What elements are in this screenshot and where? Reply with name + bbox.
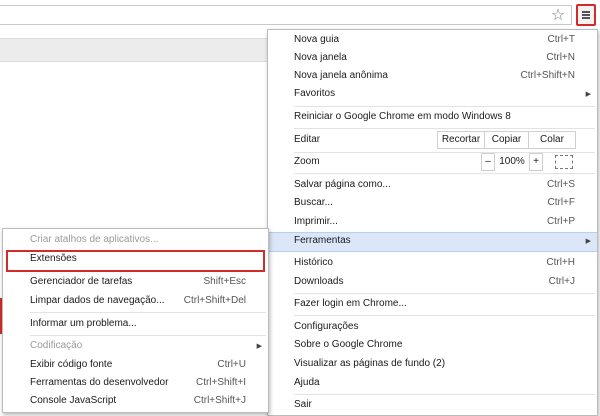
menu-item-login[interactable]: Fazer login em Chrome... <box>268 295 597 313</box>
menu-item-label: Salvar página como... <box>294 179 391 190</box>
menu-item-label: Codificação <box>30 340 83 351</box>
menu-item-label: Downloads <box>294 276 344 287</box>
menu-item-ferramentas[interactable]: Ferramentas ▶ <box>268 232 597 252</box>
zoom-level: 100% <box>499 156 525 167</box>
submenu-arrow-icon: ▶ <box>585 90 591 98</box>
menu-item-label: Favoritos <box>294 88 336 99</box>
submenu-item-console-javascript[interactable]: Console JavaScript Ctrl+Shift+J <box>3 392 268 410</box>
menu-item-imprimir[interactable]: Imprimir... Ctrl+P <box>268 213 597 231</box>
copiar-button[interactable]: Copiar <box>484 131 529 149</box>
menu-item-label: Zoom <box>294 156 320 167</box>
menu-item-nova-janela-anonima[interactable]: Nova janela anônima Ctrl+Shift+N <box>268 67 597 85</box>
menu-item-label: Sair <box>294 399 312 410</box>
menu-item-label: Reiniciar o Google Chrome em modo Window… <box>294 111 511 122</box>
shortcut-text: Ctrl+F <box>547 197 576 208</box>
menu-item-reiniciar-windows8[interactable]: Reiniciar o Google Chrome em modo Window… <box>268 108 597 126</box>
menu-item-favoritos[interactable]: Favoritos ▶ <box>268 85 597 103</box>
menu-separator <box>294 315 595 316</box>
menu-item-label: Criar atalhos de aplicativos... <box>30 234 159 245</box>
menu-item-label: Informar um problema... <box>30 318 137 329</box>
menu-item-label: Fazer login em Chrome... <box>294 298 407 309</box>
menu-item-label: Configurações <box>294 321 359 332</box>
menu-separator <box>294 128 595 129</box>
submenu-item-codigo-fonte[interactable]: Exibir código fonte Ctrl+U <box>3 356 268 374</box>
menu-item-label: Exibir código fonte <box>30 359 113 370</box>
menu-item-salvar[interactable]: Salvar página como... Ctrl+S <box>268 176 597 194</box>
menu-item-ajuda[interactable]: Ajuda <box>268 374 597 392</box>
shortcut-text: Ctrl+J <box>548 276 575 287</box>
shortcut-text: Shift+Esc <box>203 276 246 287</box>
submenu-arrow-icon: ▶ <box>585 237 591 245</box>
shortcut-text: Ctrl+Shift+Del <box>183 295 246 306</box>
menu-separator <box>294 394 595 395</box>
menu-item-sair[interactable]: Sair <box>268 396 597 414</box>
menu-separator <box>30 312 266 313</box>
menu-item-label: Sobre o Google Chrome <box>294 339 403 350</box>
menu-item-nova-janela[interactable]: Nova janela Ctrl+N <box>268 49 597 67</box>
chrome-main-menu: Nova guia Ctrl+T Nova janela Ctrl+N Nova… <box>267 29 598 416</box>
fullscreen-icon[interactable] <box>555 155 573 169</box>
menu-item-nova-guia[interactable]: Nova guia Ctrl+T <box>268 31 597 49</box>
menu-item-label: Nova guia <box>294 34 340 45</box>
submenu-item-informar-problema[interactable]: Informar um problema... <box>3 315 268 333</box>
menu-item-label: Ferramentas <box>294 235 351 246</box>
menu-item-label: Console JavaScript <box>30 395 117 406</box>
shortcut-text: Ctrl+U <box>217 359 246 370</box>
shortcut-text: Ctrl+N <box>546 52 575 63</box>
menu-item-label: Limpar dados de navegação... <box>30 295 165 306</box>
submenu-item-limpar-dados[interactable]: Limpar dados de navegação... Ctrl+Shift+… <box>3 292 268 310</box>
menu-item-label: Gerenciador de tarefas <box>30 276 133 287</box>
menu-icon <box>582 11 590 13</box>
menu-item-label: Ajuda <box>294 377 320 388</box>
chrome-menu-button[interactable] <box>576 4 596 26</box>
menu-item-label: Histórico <box>294 257 333 268</box>
menu-separator <box>294 106 595 107</box>
menu-item-zoom: Zoom <box>268 153 597 171</box>
submenu-item-criar-atalhos: Criar atalhos de aplicativos... <box>3 231 268 249</box>
page-content-bar <box>0 38 268 62</box>
shortcut-text: Ctrl+P <box>546 216 575 227</box>
menu-item-sobre[interactable]: Sobre o Google Chrome <box>268 336 597 354</box>
shortcut-text: Ctrl+Shift+N <box>520 70 575 81</box>
shortcut-text: Ctrl+T <box>547 34 576 45</box>
menu-item-label: Visualizar as páginas de fundo (2) <box>294 358 446 369</box>
menu-item-label: Ferramentas do desenvolvedor <box>30 377 169 388</box>
ferramentas-submenu: Criar atalhos de aplicativos... Extensõe… <box>2 228 269 413</box>
shortcut-text: Ctrl+Shift+J <box>193 395 246 406</box>
menu-item-historico[interactable]: Histórico Ctrl+H <box>268 254 597 272</box>
menu-item-label: Nova janela anônima <box>294 70 388 81</box>
recortar-button[interactable]: Recortar <box>437 131 485 149</box>
menu-item-label: Imprimir... <box>294 216 338 227</box>
menu-separator <box>294 173 595 174</box>
menu-item-downloads[interactable]: Downloads Ctrl+J <box>268 273 597 291</box>
submenu-item-codificacao: Codificação ▶ <box>3 337 268 355</box>
menu-item-paginas-fundo[interactable]: Visualizar as páginas de fundo (2) <box>268 355 597 373</box>
shortcut-text: Ctrl+S <box>546 179 575 190</box>
bookmark-star-icon[interactable]: ☆ <box>549 6 567 24</box>
menu-separator <box>30 335 266 336</box>
menu-item-label: Extensões <box>30 253 77 264</box>
menu-item-label: Editar <box>294 134 321 145</box>
menu-item-configuracoes[interactable]: Configurações <box>268 318 597 336</box>
submenu-item-gerenciador-tarefas[interactable]: Gerenciador de tarefas Shift+Esc <box>3 273 268 291</box>
menu-item-label: Nova janela <box>294 52 347 63</box>
submenu-arrow-icon: ▶ <box>256 342 262 350</box>
address-bar[interactable] <box>0 5 572 25</box>
zoom-in-button[interactable]: + <box>529 153 543 171</box>
shortcut-text: Ctrl+H <box>546 257 575 268</box>
menu-separator <box>294 293 595 294</box>
submenu-item-ferramentas-desenvolvedor[interactable]: Ferramentas do desenvolvedor Ctrl+Shift+… <box>3 374 268 392</box>
colar-button[interactable]: Colar <box>528 131 576 149</box>
shortcut-text: Ctrl+Shift+I <box>195 377 246 388</box>
menu-item-buscar[interactable]: Buscar... Ctrl+F <box>268 194 597 212</box>
menu-item-label: Buscar... <box>294 197 333 208</box>
zoom-out-button[interactable]: – <box>481 153 495 171</box>
submenu-item-extensoes[interactable]: Extensões <box>6 250 265 272</box>
